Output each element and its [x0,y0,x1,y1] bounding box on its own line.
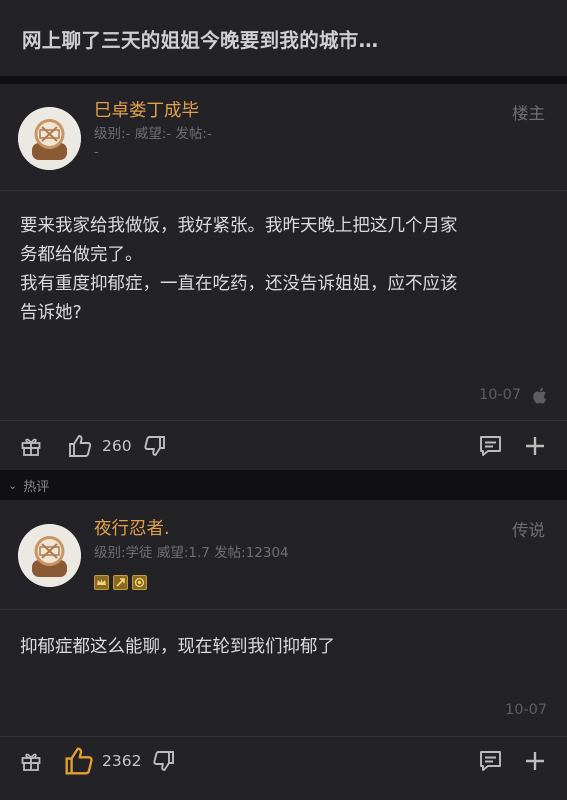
avatar-icon [18,524,81,587]
avatar[interactable] [18,524,81,587]
content-line: 我有重度抑郁症，一直在吃药，还没告诉姐姐，应不应该 [20,274,458,294]
thumbs-down-icon [153,751,174,771]
role-badge: 传说 [512,521,545,540]
gift-button[interactable] [20,426,42,466]
apple-icon [533,387,546,404]
dislike-button[interactable] [152,741,176,781]
thread-title: 网上聊了三天的姐姐今晚要到我的城市… [22,28,379,52]
plus-icon [526,437,544,455]
like-count: 2362 [102,752,142,770]
divider [0,420,567,421]
thumbs-up-icon [69,435,92,457]
post-content: 要来我家给我做饭，我好紧张。我昨天晚上把这几个月家 务都给做完了。 我有重度抑郁… [20,212,548,328]
hot-comments-label: 热评 [23,479,50,495]
like-button[interactable]: 2362 [63,741,141,781]
divider [0,609,567,610]
hot-comments-header[interactable]: ⌄ 热评 [0,470,567,500]
content-line: 务都给做完了。 [20,245,143,265]
gift-icon [21,438,41,456]
more-button[interactable] [524,426,546,466]
section-separator [0,76,567,84]
chevron-down-icon: ⌄ [8,478,18,492]
gift-icon [21,753,41,771]
badge-crown-icon[interactable] [94,575,109,590]
divider [0,190,567,191]
badge-arrow-icon[interactable] [113,575,128,590]
comment-button[interactable] [478,426,503,466]
user-stats: 级别:- 威望:- 发帖:- [94,126,212,142]
username[interactable]: 巳卓娄丁成毕 [94,97,199,122]
post-op: 巳卓娄丁成毕 级别:- 威望:- 发帖:- - 楼主 要来我家给我做饭，我好紧张… [0,84,567,470]
post-date: 10-07 [479,387,522,403]
badge-target-icon[interactable] [132,575,147,590]
comment-icon [480,436,501,456]
plus-icon [526,752,544,770]
post-hot-reply: 夜行忍者. 级别:学徒 威望:1.7 发帖:12304 传说 抑郁症都这么能聊，… [0,500,567,800]
like-button[interactable]: 260 [67,426,132,466]
comment-button[interactable] [478,741,503,781]
gift-button[interactable] [20,741,42,781]
thumbs-up-icon [65,747,93,775]
dislike-button[interactable] [143,426,167,466]
user-stats-extra: - [94,144,99,160]
comment-icon [480,751,501,771]
content-line: 要来我家给我做饭，我好紧张。我昨天晚上把这几个月家 [20,216,458,236]
avatar[interactable] [18,107,81,170]
role-badge: 楼主 [512,104,545,123]
avatar-icon [18,107,81,170]
post-actions: 2362 [0,741,567,781]
content-line: 告诉她? [20,303,82,323]
thumbs-down-icon [144,436,165,456]
post-content: 抑郁症都这么能聊，现在轮到我们抑郁了 [20,633,548,662]
username[interactable]: 夜行忍者. [94,515,170,540]
like-count: 260 [102,437,132,455]
content-line: 抑郁症都这么能聊，现在轮到我们抑郁了 [20,637,335,657]
post-actions: 260 [0,426,567,466]
user-stats: 级别:学徒 威望:1.7 发帖:12304 [94,545,289,561]
more-button[interactable] [524,741,546,781]
post-date: 10-07 [505,702,548,718]
user-badges [94,575,147,590]
divider [0,736,567,737]
thread-title-bar: 网上聊了三天的姐姐今晚要到我的城市… [0,0,567,76]
